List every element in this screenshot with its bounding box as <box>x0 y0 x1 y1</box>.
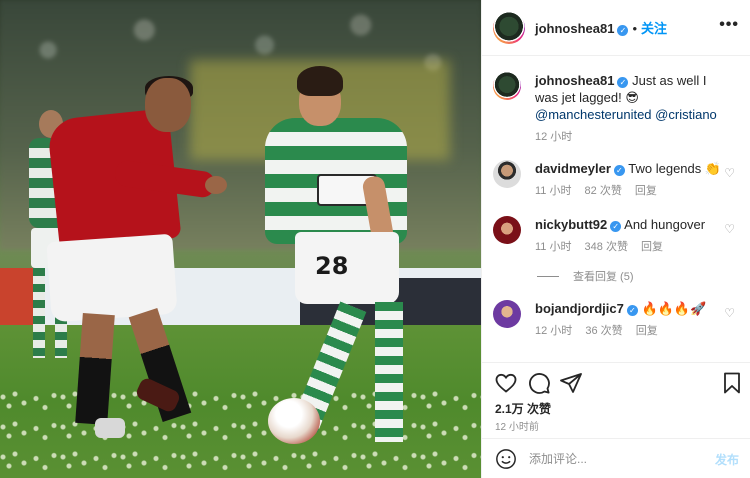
comment-time[interactable]: 11 小时 <box>535 241 571 253</box>
bookmark-save-icon[interactable] <box>720 371 744 395</box>
caption-username[interactable]: johnoshea81 <box>535 73 614 88</box>
commenter-username[interactable]: nickybutt92 <box>535 217 607 232</box>
comment-like-heart-icon[interactable]: ♡ <box>724 306 735 320</box>
reply-button[interactable]: 回复 <box>636 325 658 337</box>
comment-item: nickybutt92 ✓ And hungover 11 小时 348 次赞 回… <box>493 216 743 256</box>
comment-likes[interactable]: 82 次赞 <box>585 185 622 197</box>
comment-text: 🔥🔥🔥🚀 <box>641 301 707 316</box>
comment-text: Two legends 👏 <box>628 161 722 176</box>
view-replies-label: 查看回复 (5) <box>573 271 634 283</box>
comments-list[interactable]: johnoshea81 ✓ Just as well I was jet lagg… <box>482 56 750 362</box>
post-header: johnoshea81 ✓ • 关注 ••• <box>482 0 750 56</box>
comment-like-heart-icon[interactable]: ♡ <box>724 222 735 236</box>
commenter-username[interactable]: bojandjordjic7 <box>535 301 624 316</box>
comment-time[interactable]: 12 小时 <box>535 325 572 337</box>
comment-time[interactable]: 11 小时 <box>535 185 571 197</box>
caption-time[interactable]: 12 小时 <box>535 131 572 143</box>
post-actions: 2.1万 次赞 12 小时前 <box>482 362 750 436</box>
comment-likes[interactable]: 348 次赞 <box>585 241 628 253</box>
reply-button[interactable]: 回复 <box>641 241 663 253</box>
commenter-username[interactable]: davidmeyler <box>535 161 611 176</box>
caption: johnoshea81 ✓ Just as well I was jet lagg… <box>493 72 743 146</box>
comment-input[interactable]: 添加评论... <box>529 450 587 467</box>
like-heart-icon[interactable] <box>494 371 518 395</box>
commenter-avatar[interactable] <box>493 216 521 244</box>
share-send-icon[interactable] <box>559 371 583 395</box>
red-shirt-player <box>45 76 227 448</box>
add-comment-bar: 添加评论... 发布 <box>482 438 750 478</box>
view-replies-button[interactable]: 查看回复 (5) <box>537 268 634 284</box>
mention-link[interactable]: @cristiano <box>655 107 717 122</box>
comment-text: And hungover <box>624 217 706 232</box>
commenter-avatar[interactable] <box>493 300 521 328</box>
jersey-number: 28 <box>315 252 349 280</box>
comment-likes[interactable]: 36 次赞 <box>585 325 622 337</box>
post-photo[interactable]: 28 <box>0 0 481 478</box>
comment-like-heart-icon[interactable]: ♡ <box>724 166 735 180</box>
follow-button[interactable]: 关注 <box>641 21 667 36</box>
divider-line <box>537 275 559 277</box>
emoji-smiley-icon[interactable] <box>495 448 517 470</box>
football <box>268 398 320 444</box>
like-count[interactable]: 2.1万 次赞 <box>495 400 551 417</box>
post-side-panel: johnoshea81 ✓ • 关注 ••• johnoshea81 ✓ Just as… <box>481 0 750 478</box>
verified-badge-icon: ✓ <box>610 221 622 232</box>
verified-badge-icon: ✓ <box>626 305 638 316</box>
striped-shirt-player: 28 <box>255 66 415 456</box>
comment-item: davidmeyler ✓ Two legends 👏 11 小时 82 次赞 回… <box>493 160 743 200</box>
caption-avatar[interactable] <box>493 72 521 100</box>
verified-badge-icon: ✓ <box>613 165 625 176</box>
mention-link[interactable]: @manchesterunited <box>535 107 652 122</box>
separator-dot: • <box>632 20 638 36</box>
commenter-avatar[interactable] <box>493 160 521 188</box>
verified-badge-icon: ✓ <box>617 24 629 36</box>
reply-button[interactable]: 回复 <box>635 185 657 197</box>
author-username[interactable]: johnoshea81 <box>535 21 614 36</box>
more-options-icon[interactable]: ••• <box>719 16 739 34</box>
comment-item: bojandjordjic7 ✓ 🔥🔥🔥🚀 12 小时 36 次赞 回复 ♡ <box>493 300 743 340</box>
post-time[interactable]: 12 小时前 <box>495 418 539 433</box>
comment-bubble-icon[interactable] <box>527 371 551 395</box>
post-comment-button[interactable]: 发布 <box>715 451 739 468</box>
author-avatar[interactable] <box>493 12 525 44</box>
verified-badge-icon: ✓ <box>617 77 629 88</box>
